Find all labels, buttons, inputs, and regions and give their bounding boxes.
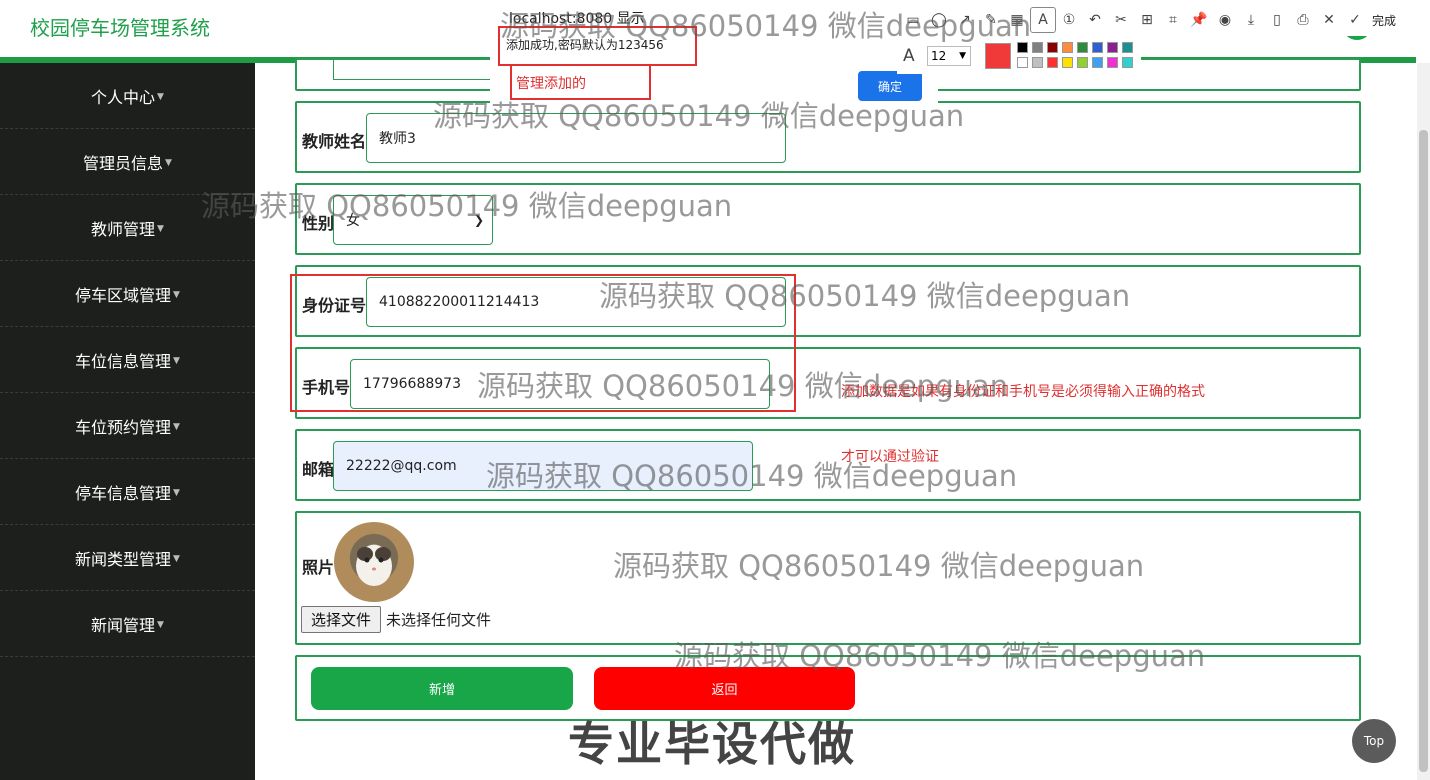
add-button[interactable]: 新增 <box>311 667 573 710</box>
chevron-down-icon: ▼ <box>157 91 164 102</box>
record-icon[interactable]: ◉ <box>1212 7 1238 33</box>
chevron-down-icon: ▼ <box>173 289 180 300</box>
color-swatch[interactable] <box>1062 57 1073 68</box>
ellipse-icon[interactable]: ◯ <box>926 7 952 33</box>
color-swatch[interactable] <box>1017 42 1028 53</box>
rectangle-icon[interactable]: ▭ <box>900 7 926 33</box>
phone-icon[interactable]: ▯ <box>1264 7 1290 33</box>
color-swatch[interactable] <box>1062 42 1073 53</box>
alert-ok-button[interactable]: 确定 <box>858 71 922 101</box>
text-icon[interactable]: A <box>1030 7 1056 33</box>
bookmark-icon[interactable]: ⎙ <box>1290 7 1316 33</box>
color-swatch[interactable] <box>1107 57 1118 68</box>
color-swatch[interactable] <box>1032 57 1043 68</box>
mosaic-icon[interactable]: ▦ <box>1004 7 1030 33</box>
sidebar-item-teacher-management[interactable]: 教师管理 ▼ <box>0 195 255 261</box>
pin-icon[interactable]: 📌 <box>1186 7 1212 33</box>
close-icon[interactable]: ✕ <box>1316 7 1342 33</box>
alert-message: 添加成功,密码默认为123456 <box>506 38 664 52</box>
promo-watermark: 专业毕设代做 <box>568 717 856 771</box>
sidebar-item-space-reservation[interactable]: 车位预约管理 ▼ <box>0 393 255 459</box>
color-swatch[interactable] <box>1047 42 1058 53</box>
photo-preview <box>334 522 414 602</box>
color-swatch[interactable] <box>1077 57 1088 68</box>
sidebar-item-label: 新闻管理 <box>91 615 156 635</box>
sidebar-item-parking-area[interactable]: 停车区域管理 ▼ <box>0 261 255 327</box>
chevron-down-icon: ▼ <box>173 553 180 564</box>
color-swatch[interactable] <box>1122 42 1133 53</box>
sidebar-item-label: 管理员信息 <box>83 153 164 173</box>
gender-select[interactable]: 女 ❯ <box>333 195 493 245</box>
chevron-down-icon: ▼ <box>173 421 180 432</box>
chevron-down-icon: ▼ <box>173 355 180 366</box>
validation-note-2: 才可以通过验证 <box>841 449 939 465</box>
sidebar-item-label: 新闻类型管理 <box>75 549 172 569</box>
sidebar-item-news[interactable]: 新闻管理 ▼ <box>0 591 255 657</box>
font-size-icon: A <box>903 46 915 66</box>
sidebar-item-label: 个人中心 <box>91 87 156 107</box>
annotation-box-id-phone <box>290 274 796 412</box>
form-row-teacher-name: 教师姓名 教师3 <box>295 101 1361 173</box>
app-title: 校园停车场管理系统 <box>30 16 210 40</box>
email-input[interactable]: 22222@qq.com <box>333 441 753 491</box>
check-icon[interactable]: ✓ <box>1342 7 1368 33</box>
undo-icon[interactable]: ↶ <box>1082 7 1108 33</box>
scissors-icon[interactable]: ✂ <box>1108 7 1134 33</box>
font-size-select[interactable]: 12 ▼ <box>927 46 971 66</box>
color-swatch[interactable] <box>1092 57 1103 68</box>
sidebar-item-news-type[interactable]: 新闻类型管理 ▼ <box>0 525 255 591</box>
selected-color-swatch[interactable] <box>985 43 1011 69</box>
sidebar-item-label: 停车信息管理 <box>75 483 172 503</box>
color-swatch[interactable] <box>1122 57 1133 68</box>
sidebar-item-label: 教师管理 <box>91 219 156 239</box>
cat-photo-icon <box>356 546 392 586</box>
chevron-down-icon: ▼ <box>157 619 164 630</box>
download-icon[interactable]: ⤓ <box>1238 7 1264 33</box>
arrow-icon[interactable]: ↗ <box>952 7 978 33</box>
color-swatch[interactable] <box>1017 57 1028 68</box>
color-swatch[interactable] <box>1107 42 1118 53</box>
email-label: 邮箱 <box>302 460 335 479</box>
file-status-text: 未选择任何文件 <box>386 611 492 629</box>
font-size-value: 12 <box>931 49 947 63</box>
back-button[interactable]: 返回 <box>594 667 855 710</box>
chevron-down-icon: ▼ <box>165 157 172 168</box>
number-icon[interactable]: ① <box>1056 7 1082 33</box>
chevron-down-icon: ❯ <box>473 213 484 227</box>
back-to-top-button[interactable]: Top <box>1352 719 1396 763</box>
validation-note-1: 添加数据是如果有身份证和手机号是必须得输入正确的格式 <box>841 384 1205 400</box>
admin-note: 管理添加的 <box>516 76 586 92</box>
annotation-style-panel: A 12 ▼ <box>897 38 1141 74</box>
scrollbar-thumb[interactable] <box>1419 130 1428 772</box>
alert-title: localhost:8080 显示 <box>509 11 645 27</box>
teacher-name-input[interactable]: 教师3 <box>366 113 786 163</box>
form-row-gender: 性别 女 ❯ <box>295 183 1361 255</box>
gender-label: 性别 <box>302 214 335 233</box>
sidebar-item-admin-info[interactable]: 管理员信息 ▼ <box>0 129 255 195</box>
chevron-down-icon: ▼ <box>959 51 966 61</box>
translate-icon[interactable]: ⊞ <box>1134 7 1160 33</box>
gender-value: 女 <box>346 213 360 229</box>
sidebar-item-label: 车位信息管理 <box>75 351 172 371</box>
annotation-toolbar: ▭ ◯ ↗ ✎ ▦ A ① ↶ ✂ ⊞ ⌗ 📌 ◉ ⤓ ▯ ⎙ ✕ ✓ 完成 <box>900 4 1430 36</box>
chevron-down-icon: ▼ <box>157 223 164 234</box>
sidebar-item-parking-info[interactable]: 停车信息管理 ▼ <box>0 459 255 525</box>
sidebar: 个人中心 ▼ 管理员信息 ▼ 教师管理 ▼ 停车区域管理 ▼ 车位信息管理 ▼ 车位预约管… <box>0 63 255 780</box>
sidebar-item-parking-space[interactable]: 车位信息管理 ▼ <box>0 327 255 393</box>
color-swatch[interactable] <box>1092 42 1103 53</box>
color-swatch[interactable] <box>1032 42 1043 53</box>
crop-icon[interactable]: ⌗ <box>1160 7 1186 33</box>
color-swatch[interactable] <box>1077 42 1088 53</box>
choose-file-button[interactable]: 选择文件 <box>301 606 381 633</box>
sidebar-item-personal-center[interactable]: 个人中心 ▼ <box>0 63 255 129</box>
chevron-down-icon: ▼ <box>173 487 180 498</box>
teacher-name-label: 教师姓名 <box>302 132 367 151</box>
sidebar-item-label: 停车区域管理 <box>75 285 172 305</box>
pen-icon[interactable]: ✎ <box>978 7 1004 33</box>
color-swatch[interactable] <box>1047 57 1058 68</box>
sidebar-item-label: 车位预约管理 <box>75 417 172 437</box>
form-row-email: 邮箱 22222@qq.com <box>295 429 1361 501</box>
done-label[interactable]: 完成 <box>1372 12 1396 29</box>
photo-label: 照片 <box>302 558 335 577</box>
